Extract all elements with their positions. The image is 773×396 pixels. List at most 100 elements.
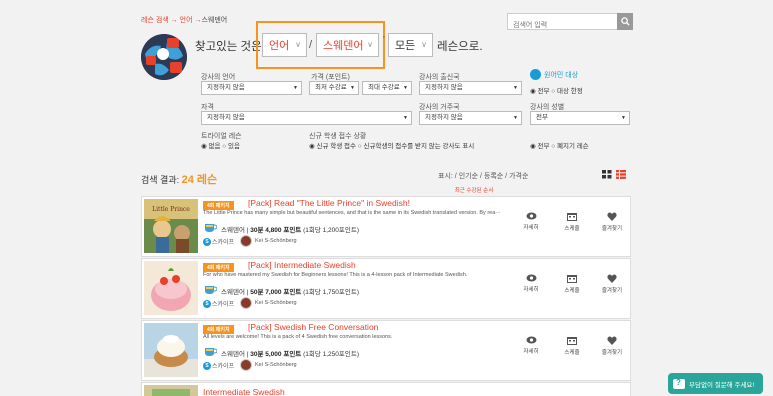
lesson-thumbnail[interactable] — [144, 261, 198, 315]
search-box — [507, 13, 633, 33]
lesson-card[interactable]: 4회 패키지 [Pack] Intermediate Swedish For w… — [141, 258, 631, 319]
skype-tag: S 스카이프 — [203, 299, 234, 308]
sort-recent[interactable]: 최근 수강된 순서 — [455, 186, 493, 194]
lesson-info: 스웨덴어 | 30분 5,000 포인트 (1회당 1,250포인트) — [221, 351, 360, 358]
schedule-button[interactable]: 스케줄 — [557, 212, 587, 232]
calendar-icon — [567, 337, 577, 345]
native-radio-limited[interactable]: ○ 대상 한정 — [551, 88, 582, 95]
breadcrumb-current: 스웨덴어 — [201, 17, 228, 24]
lesson-title[interactable]: [Pack] Intermediate Swedish — [248, 260, 356, 270]
schedule-button[interactable]: 스케줄 — [557, 274, 587, 294]
sort-popular[interactable]: 인기순 — [459, 173, 478, 180]
lesson-description: All levels are welcome! This is a pack o… — [203, 334, 393, 340]
closed-radio-group[interactable]: ◉ 전부 ○ 폐지기 레슨 — [530, 140, 589, 150]
native-radio-group[interactable]: ◉ 전부 ○ 대상 한정 — [530, 85, 583, 95]
language-dropdown[interactable]: 스웨덴어 ∨ — [316, 33, 379, 57]
skype-tag: S 스카이프 — [203, 361, 234, 370]
coffee-cup-icon — [205, 286, 217, 294]
favorite-button[interactable]: 즐겨찾기 — [597, 212, 627, 232]
sort-registered[interactable]: 등록순 — [484, 173, 503, 180]
package-badge: 4회 패키지 — [203, 325, 234, 334]
package-badge: 4회 패키지 — [203, 263, 234, 272]
help-chat-button[interactable]: 부담없이 질문해 주세요! — [668, 373, 763, 394]
level-dropdown[interactable]: 모든 ∨ — [388, 33, 433, 57]
lesson-title[interactable]: Intermediate Swedish — [203, 387, 285, 396]
search-button[interactable] — [617, 13, 633, 30]
language-globe-logo — [141, 34, 187, 80]
avatar — [240, 297, 252, 309]
search-input[interactable] — [508, 18, 616, 33]
detail-button[interactable]: 자세히 — [516, 274, 546, 293]
detail-button[interactable]: 자세히 — [516, 212, 546, 231]
search-panel: 레슨 검색 → 언어 →스웨덴어 찾고있는 것은 언어∨ / 스웨덴어∨ · 모… — [0, 0, 773, 162]
lesson-thumbnail[interactable] — [144, 323, 198, 377]
sort-options: 표시: 최근 수강된 순서 / 인기순 / 등록순 / 가격순 — [438, 173, 529, 194]
result-count-number: 24 레슨 — [181, 174, 218, 186]
eye-icon — [526, 212, 536, 220]
teacher-link[interactable]: Kei S-Schönberg — [240, 297, 297, 309]
question-chat-icon — [673, 378, 685, 389]
svg-text:Little Prince: Little Prince — [152, 206, 190, 213]
grid-view-icon[interactable] — [602, 170, 612, 179]
lesson-thumbnail[interactable]: Little Prince — [144, 199, 198, 253]
avatar — [240, 235, 252, 247]
residence-select[interactable]: 지정하지 않음 — [419, 111, 522, 125]
lesson-description: For who have mastered my Swedish for Beg… — [203, 272, 468, 278]
lesson-title[interactable]: [Pack] Read "The Little Prince" in Swedi… — [248, 198, 410, 208]
favorite-button[interactable]: 즐겨찾기 — [597, 336, 627, 356]
chevron-down-icon: ∨ — [295, 40, 301, 49]
chevron-down-icon: ∨ — [421, 40, 427, 49]
new-student-radio-accept[interactable]: ◉ 신규 학생 접수 — [309, 143, 356, 150]
results-header: 검색 결과: 24 레슨 표시: 최근 수강된 순서 / 인기순 / 등록순 /… — [0, 162, 773, 196]
closed-radio-all[interactable]: ◉ 전부 — [530, 143, 549, 150]
lesson-title[interactable]: [Pack] Swedish Free Conversation — [248, 322, 378, 332]
favorite-button[interactable]: 즐겨찾기 — [597, 274, 627, 294]
skype-icon: S — [203, 299, 211, 308]
language-select[interactable]: 지정하지 않음 — [201, 81, 302, 95]
category-dropdown[interactable]: 언어 ∨ — [262, 33, 307, 57]
native-radio-all[interactable]: ◉ 전부 — [530, 88, 549, 95]
closed-radio-closed[interactable]: ○ 폐지기 레슨 — [551, 143, 588, 150]
lesson-card[interactable]: Intermediate Swedish — [141, 382, 631, 396]
breadcrumb-language[interactable]: 언어 — [180, 17, 193, 24]
new-student-radio-show-all[interactable]: ○ 신규학생의 접수를 받지 않는 강사도 표시 — [358, 143, 474, 150]
heart-icon — [607, 336, 617, 345]
lesson-description: The Little Prince has many simple but be… — [203, 210, 501, 216]
sort-price[interactable]: 가격순 — [509, 173, 528, 180]
gender-select[interactable]: 전부 — [530, 111, 630, 125]
headline-prefix: 찾고있는 것은 — [195, 41, 262, 53]
schedule-button[interactable]: 스케줄 — [557, 336, 587, 356]
lesson-card[interactable]: Little Prince 4회 패키지 [Pack] Read "The Li… — [141, 196, 631, 257]
country-select[interactable]: 지정하지 않음 — [419, 81, 522, 95]
heart-icon — [607, 212, 617, 221]
calendar-icon — [567, 275, 577, 283]
lesson-info: 스웨덴어 | 50분 7,000 포인트 (1회당 1,750포인트) — [221, 289, 360, 296]
coffee-cup-icon — [205, 224, 217, 232]
list-view-icon[interactable] — [616, 170, 626, 179]
breadcrumb: 레슨 검색 → 언어 →스웨덴어 — [141, 17, 228, 24]
new-student-radio-group[interactable]: ◉ 신규 학생 접수 ○ 신규학생의 접수를 받지 않는 강사도 표시 — [309, 140, 474, 150]
lesson-card[interactable]: 4회 패키지 [Pack] Swedish Free Conversation … — [141, 320, 631, 381]
lesson-info: 스웨덴어 | 30분 4,800 포인트 (1회당 1,200포인트) — [221, 227, 360, 234]
teacher-link[interactable]: Kei S-Schönberg — [240, 235, 297, 247]
avatar — [240, 359, 252, 371]
eye-icon — [526, 274, 536, 282]
detail-button[interactable]: 자세히 — [516, 336, 546, 355]
lesson-thumbnail[interactable] — [144, 385, 198, 396]
calendar-icon — [567, 213, 577, 221]
skype-tag: S 스카이프 — [203, 237, 234, 246]
price-max-select[interactable]: 최대 수강료 — [362, 81, 412, 95]
headline-suffix: 레슨으로. — [437, 41, 483, 53]
native-speaker-filter: 원어민 대상 — [530, 69, 578, 80]
price-min-select[interactable]: 최저 수강료 — [309, 81, 359, 95]
eye-icon — [526, 336, 536, 344]
breadcrumb-home[interactable]: 레슨 검색 — [141, 17, 169, 24]
trial-radio-group[interactable]: ◉ 없음 ○ 있음 — [201, 140, 240, 150]
chevron-down-icon: ∨ — [367, 40, 373, 49]
trial-radio-none[interactable]: ◉ 없음 — [201, 143, 220, 150]
teacher-link[interactable]: Kei S-Schönberg — [240, 359, 297, 371]
qualification-select[interactable]: 지정하지 않음 — [201, 111, 412, 125]
trial-radio-yes[interactable]: ○ 있음 — [222, 143, 240, 150]
package-badge: 4회 패키지 — [203, 201, 234, 210]
skype-icon: S — [203, 361, 211, 370]
